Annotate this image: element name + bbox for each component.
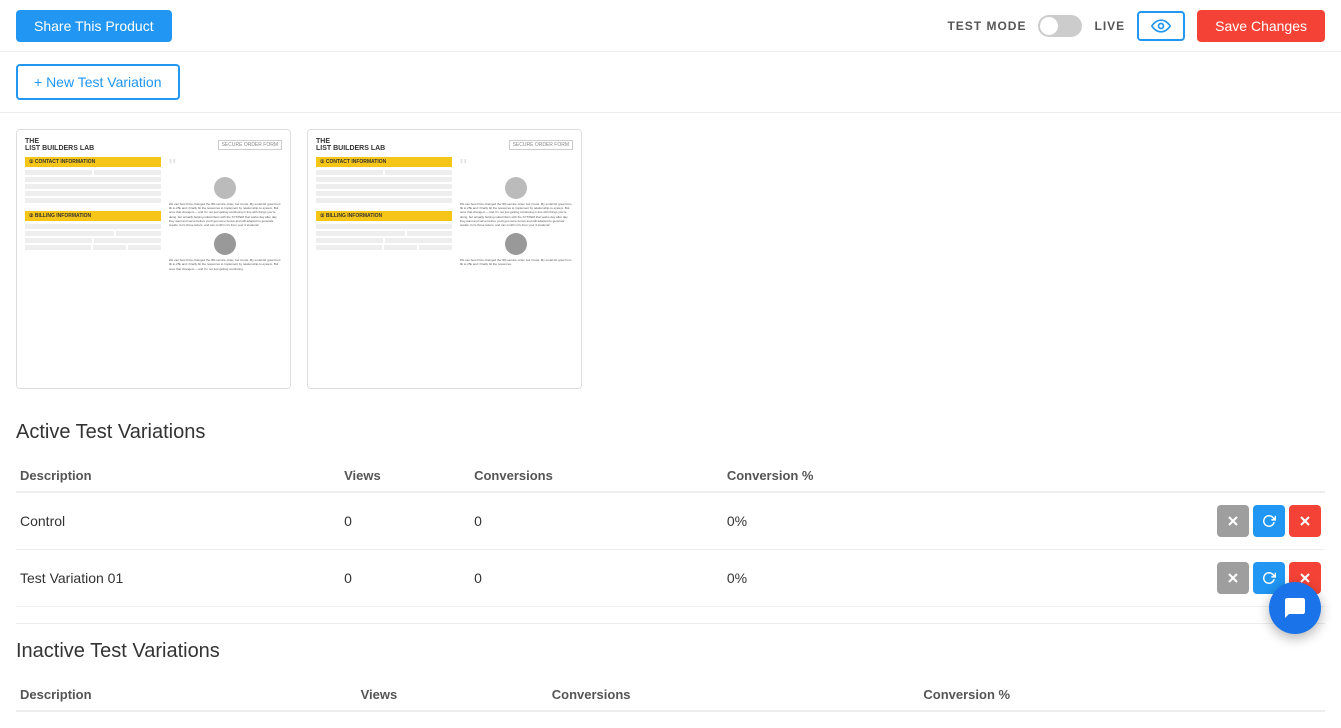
header: Share This Product TEST MODE LIVE Save C… <box>0 0 1341 52</box>
disable-button-control[interactable] <box>1217 505 1249 537</box>
chat-icon <box>1283 596 1307 620</box>
active-table-head: Description Views Conversions Conversion… <box>16 460 1325 492</box>
preview-button[interactable] <box>1137 11 1185 41</box>
inactive-variations-section: Inactive Test Variations Description Vie… <box>0 624 1341 728</box>
new-variation-button[interactable]: + New Test Variation <box>16 64 180 100</box>
preview-card-variation-01[interactable]: THELIST BUILDERS LAB SECURE ORDER FORM ①… <box>307 129 582 389</box>
active-variations-table: Description Views Conversions Conversion… <box>16 460 1325 607</box>
toggle-knob <box>1040 17 1058 35</box>
refresh-icon <box>1262 571 1276 585</box>
col-description: Description <box>16 460 340 492</box>
variation-bar: + New Test Variation <box>0 52 1341 113</box>
row-conversions: 0 <box>470 492 723 550</box>
x-icon <box>1227 515 1239 527</box>
save-changes-button[interactable]: Save Changes <box>1197 10 1325 42</box>
active-table-header-row: Description Views Conversions Conversion… <box>16 460 1325 492</box>
active-variations-section: Active Test Variations Description Views… <box>0 405 1341 623</box>
preview-form-1: THELIST BUILDERS LAB SECURE ORDER FORM ①… <box>17 130 290 388</box>
row-conversion-pct: 0% <box>723 550 999 607</box>
refresh-button-control[interactable] <box>1253 505 1285 537</box>
col-conversions: Conversions <box>470 460 723 492</box>
inactive-variations-table: Description Views Conversions Conversion… <box>16 679 1325 712</box>
row-description: Test Variation 01 <box>16 550 340 607</box>
delete-button-control[interactable] <box>1289 505 1321 537</box>
col-views: Views <box>340 460 470 492</box>
table-row: Test Variation 01 0 0 0% <box>16 550 1325 607</box>
inactive-table-head: Description Views Conversions Conversion… <box>16 679 1325 711</box>
active-table-body: Control 0 0 0% <box>16 492 1325 607</box>
row-views: 0 <box>340 550 470 607</box>
disable-button-variation01[interactable] <box>1217 562 1249 594</box>
inactive-table-header-row: Description Views Conversions Conversion… <box>16 679 1325 711</box>
share-button[interactable]: Share This Product <box>16 10 172 42</box>
row-conversion-pct: 0% <box>723 492 999 550</box>
test-mode-label: TEST MODE <box>947 19 1026 33</box>
test-mode-toggle[interactable] <box>1038 15 1082 37</box>
col-conversions: Conversions <box>548 679 920 711</box>
live-label: LIVE <box>1094 19 1125 33</box>
row-views: 0 <box>340 492 470 550</box>
trash-icon <box>1299 515 1311 527</box>
action-buttons <box>1003 505 1321 537</box>
chat-button[interactable] <box>1269 582 1321 634</box>
toggle-wrapper <box>1038 15 1082 37</box>
col-conversion-pct: Conversion % <box>919 679 1325 711</box>
header-right: TEST MODE LIVE Save Changes <box>947 10 1325 42</box>
preview-area: THELIST BUILDERS LAB SECURE ORDER FORM ①… <box>0 113 1341 405</box>
preview-form-2: THELIST BUILDERS LAB SECURE ORDER FORM ①… <box>308 130 581 388</box>
row-actions <box>999 492 1325 550</box>
row-description: Control <box>16 492 340 550</box>
active-section-title: Active Test Variations <box>16 421 1325 444</box>
inactive-section-title: Inactive Test Variations <box>16 640 1325 663</box>
col-conversion-pct: Conversion % <box>723 460 999 492</box>
preview-card-control[interactable]: THELIST BUILDERS LAB SECURE ORDER FORM ①… <box>16 129 291 389</box>
x-icon <box>1227 572 1239 584</box>
table-row: Control 0 0 0% <box>16 492 1325 550</box>
row-conversions: 0 <box>470 550 723 607</box>
eye-icon <box>1151 19 1171 33</box>
action-buttons <box>1003 562 1321 594</box>
col-actions <box>999 460 1325 492</box>
col-description: Description <box>16 679 357 711</box>
refresh-icon <box>1262 514 1276 528</box>
col-views: Views <box>357 679 548 711</box>
